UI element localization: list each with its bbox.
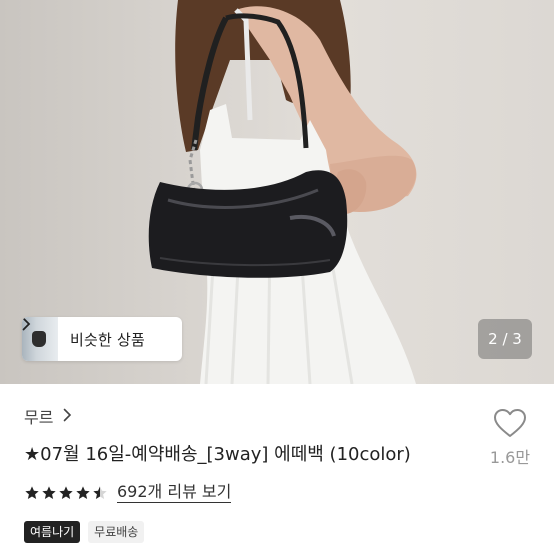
tag-free-shipping: 무료배송	[88, 521, 145, 543]
chevron-right-icon	[63, 407, 72, 426]
star-rating	[24, 485, 109, 501]
product-image[interactable]: 비슷한 상품 2 / 3	[0, 0, 554, 384]
review-link[interactable]: 692개 리뷰 보기	[117, 482, 232, 503]
tag-list: 여름나기 무료배송	[24, 521, 152, 543]
star-half-icon	[93, 485, 107, 499]
similar-products-label: 비슷한 상품	[70, 330, 145, 349]
like-count: 1.6만	[489, 448, 531, 467]
star-icon	[76, 485, 90, 499]
similar-products-button[interactable]: 비슷한 상품	[22, 317, 182, 361]
heart-outline-icon	[493, 408, 527, 438]
like-button[interactable]: 1.6만	[484, 408, 536, 472]
star-icon	[25, 485, 39, 499]
image-page-indicator: 2 / 3	[478, 319, 532, 359]
tag-summer: 여름나기	[24, 521, 81, 543]
product-title: ★07월 16일-예약배송_[3way] 에떼백 (10color)	[24, 444, 411, 465]
store-name: 무르	[24, 408, 54, 427]
star-icon	[59, 485, 73, 499]
store-link[interactable]: 무르	[24, 404, 72, 428]
rating-row: 692개 리뷰 보기	[24, 482, 232, 503]
star-icon	[42, 485, 56, 499]
